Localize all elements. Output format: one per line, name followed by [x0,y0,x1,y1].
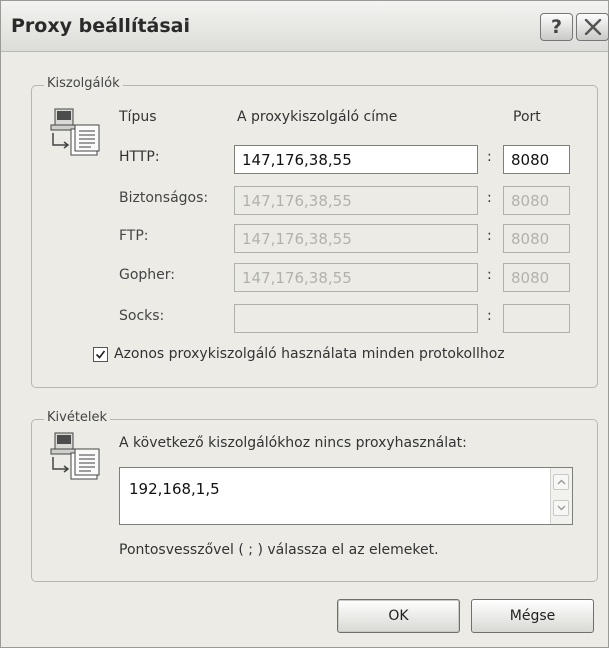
exceptions-value: 192,168,1,5 [129,480,220,498]
checkmark-icon [95,350,106,359]
close-icon [584,19,602,35]
same-proxy-label[interactable]: Azonos proxykiszolgáló használata minden… [114,346,505,362]
type-column-header: Típus [119,109,157,125]
ftp-label: FTP: [119,228,149,244]
secure-address-input[interactable]: 147,176,38,55 [234,186,478,215]
http-port-input[interactable]: 8080 [503,145,570,174]
gopher-label: Gopher: [119,267,176,283]
server-settings-icon [50,108,100,156]
exceptions-textarea[interactable]: 192,168,1,5 [119,467,573,525]
gopher-port-input[interactable]: 8080 [503,263,570,292]
proxy-settings-dialog: Proxy beállításai ? Kiszolgálók Típus A … [0,0,609,648]
socks-port-input[interactable] [503,304,570,333]
http-label: HTTP: [119,149,160,165]
cancel-button[interactable]: Mégse [471,599,594,633]
same-proxy-checkbox[interactable] [93,347,108,362]
socks-address-input[interactable] [234,304,478,333]
close-button[interactable] [576,13,609,41]
title-bar: Proxy beállításai ? [1,1,609,52]
address-column-header: A proxykiszolgáló címe [237,109,398,125]
servers-legend: Kiszolgálók [44,76,123,91]
exceptions-hint: Pontosvesszővel ( ; ) válassza el az ele… [119,542,439,558]
gopher-separator: : [487,267,492,283]
gopher-address-input[interactable]: 147,176,38,55 [234,263,478,292]
http-address-input[interactable]: 147,176,38,55 [234,145,478,174]
scroll-up-button[interactable] [553,474,569,490]
ftp-address-input[interactable]: 147,176,38,55 [234,224,478,253]
server-settings-icon [50,432,100,480]
ok-button[interactable]: OK [337,599,460,633]
exceptions-legend: Kivételek [44,410,111,425]
port-column-header: Port [513,109,541,125]
secure-label: Biztonságos: [119,190,209,206]
socks-separator: : [487,308,492,324]
help-button[interactable]: ? [540,13,573,41]
secure-port-input[interactable]: 8080 [503,186,570,215]
scroll-down-button[interactable] [553,500,569,516]
ftp-port-input[interactable]: 8080 [503,224,570,253]
dialog-title: Proxy beállításai [11,15,190,37]
http-separator: : [487,149,492,165]
socks-label: Socks: [119,308,165,324]
exceptions-description: A következő kiszolgálókhoz nincs proxyha… [119,435,467,451]
exceptions-scrollbar[interactable] [550,468,572,524]
chevron-down-icon [557,505,566,511]
secure-separator: : [487,190,492,206]
ftp-separator: : [487,228,492,244]
chevron-up-icon [557,479,566,485]
